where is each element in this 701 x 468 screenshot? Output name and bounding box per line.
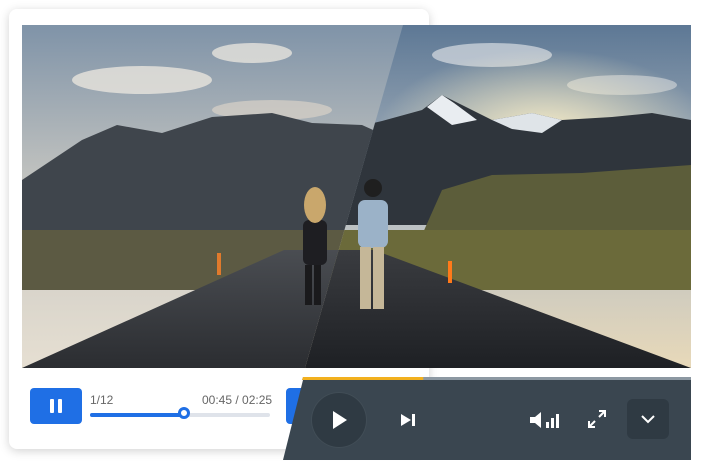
fullscreen-icon [588, 410, 606, 428]
play-button[interactable] [312, 393, 366, 447]
playlist-counter: 1/12 [90, 393, 114, 407]
next-button[interactable] [395, 407, 421, 433]
play-icon [333, 411, 347, 429]
chevron-down-icon [641, 415, 655, 424]
volume-button[interactable] [526, 404, 566, 436]
partially-hidden-button [286, 388, 306, 424]
pause-button[interactable] [30, 388, 82, 424]
seek-bar[interactable] [90, 407, 270, 419]
fullscreen-button[interactable] [583, 405, 611, 433]
seek-bar-fill [90, 413, 184, 417]
video-frame[interactable] [22, 25, 691, 368]
pause-icon [48, 399, 64, 413]
skip-next-icon [401, 414, 415, 426]
seek-thumb[interactable] [177, 407, 190, 419]
more-options-button[interactable] [627, 399, 669, 439]
playback-time: 00:45 / 02:25 [202, 393, 273, 407]
volume-icon [530, 412, 559, 428]
